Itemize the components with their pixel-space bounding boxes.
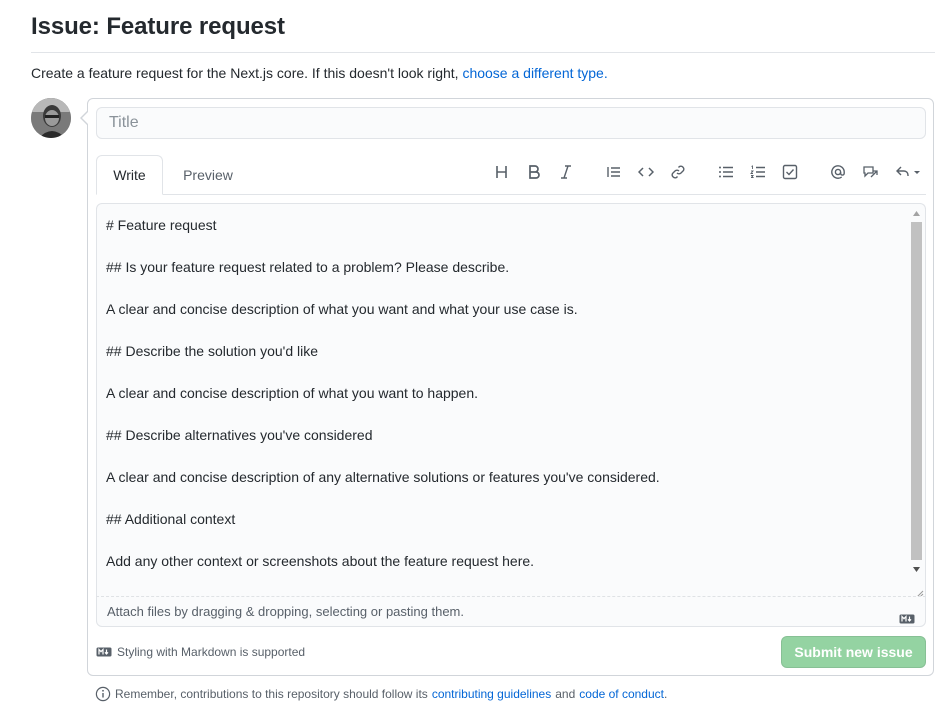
resize-grip-icon[interactable] bbox=[914, 586, 924, 597]
bulleted-list-icon[interactable] bbox=[714, 161, 738, 183]
tab-preview[interactable]: Preview bbox=[172, 155, 244, 195]
code-of-conduct-link[interactable]: code of conduct bbox=[579, 687, 664, 701]
scroll-up-icon[interactable] bbox=[910, 206, 923, 220]
contribution-text: Remember, contributions to this reposito… bbox=[115, 687, 428, 701]
editor-content[interactable]: # Feature request ## Is your feature requ… bbox=[106, 215, 906, 572]
markdown-note-text[interactable]: Styling with Markdown is supported bbox=[117, 645, 305, 659]
scroll-thumb[interactable] bbox=[911, 222, 922, 560]
editor-line: A clear and concise description of any a… bbox=[106, 469, 660, 485]
editor-line: Add any other context or screenshots abo… bbox=[106, 553, 535, 569]
choose-type-link[interactable]: choose a different type. bbox=[462, 65, 607, 81]
contributing-guidelines-link[interactable]: contributing guidelines bbox=[432, 687, 551, 701]
editor-line: ## Describe alternatives you've consider… bbox=[106, 427, 373, 443]
chevron-down-icon bbox=[914, 171, 920, 174]
comment-body-textarea[interactable]: # Feature request ## Is your feature requ… bbox=[96, 203, 926, 597]
submit-new-issue-button[interactable]: Submit new issue bbox=[781, 636, 926, 668]
title-input[interactable] bbox=[96, 107, 926, 139]
reply-icon[interactable] bbox=[892, 161, 924, 183]
page-title: Issue: Feature request bbox=[31, 13, 285, 40]
avatar[interactable] bbox=[31, 98, 71, 138]
numbered-list-icon[interactable] bbox=[746, 161, 770, 183]
quote-icon[interactable] bbox=[602, 161, 626, 183]
editor-line: ## Additional context bbox=[106, 511, 236, 527]
code-icon[interactable] bbox=[634, 161, 658, 183]
attach-files-bar[interactable]: Attach files by dragging & dropping, sel… bbox=[96, 596, 926, 627]
mention-icon[interactable] bbox=[826, 161, 850, 183]
editor-line: ## Describe the solution you'd like bbox=[106, 343, 319, 359]
editor-scrollbar[interactable] bbox=[910, 206, 923, 596]
period-text: . bbox=[664, 687, 668, 701]
markdown-icon bbox=[96, 647, 112, 657]
intro-message: Create a feature request for the Next.js… bbox=[31, 65, 459, 81]
reference-icon[interactable] bbox=[858, 161, 882, 183]
form-caret-inner bbox=[82, 111, 89, 125]
editor-line: A clear and concise description of what … bbox=[106, 301, 578, 317]
italic-icon[interactable] bbox=[554, 161, 578, 183]
title-divider bbox=[31, 52, 935, 53]
markdown-icon bbox=[899, 605, 915, 635]
attach-files-text: Attach files by dragging & dropping, sel… bbox=[107, 604, 464, 619]
editor-line: A clear and concise description of what … bbox=[106, 385, 479, 401]
scroll-down-icon[interactable] bbox=[910, 562, 923, 576]
info-icon bbox=[95, 686, 111, 702]
contribution-note: Remember, contributions to this reposito… bbox=[95, 686, 667, 702]
intro-text: Create a feature request for the Next.js… bbox=[31, 65, 608, 81]
heading-icon[interactable] bbox=[490, 161, 514, 183]
link-icon[interactable] bbox=[666, 161, 690, 183]
tab-write[interactable]: Write bbox=[96, 155, 163, 195]
editor-line: # Feature request bbox=[106, 217, 217, 233]
and-text: and bbox=[555, 687, 576, 701]
avatar-image bbox=[31, 98, 71, 138]
editor-line: ## Is your feature request related to a … bbox=[106, 259, 510, 275]
markdown-support-note: Styling with Markdown is supported bbox=[96, 645, 305, 659]
task-list-icon[interactable] bbox=[778, 161, 802, 183]
bold-icon[interactable] bbox=[522, 161, 546, 183]
